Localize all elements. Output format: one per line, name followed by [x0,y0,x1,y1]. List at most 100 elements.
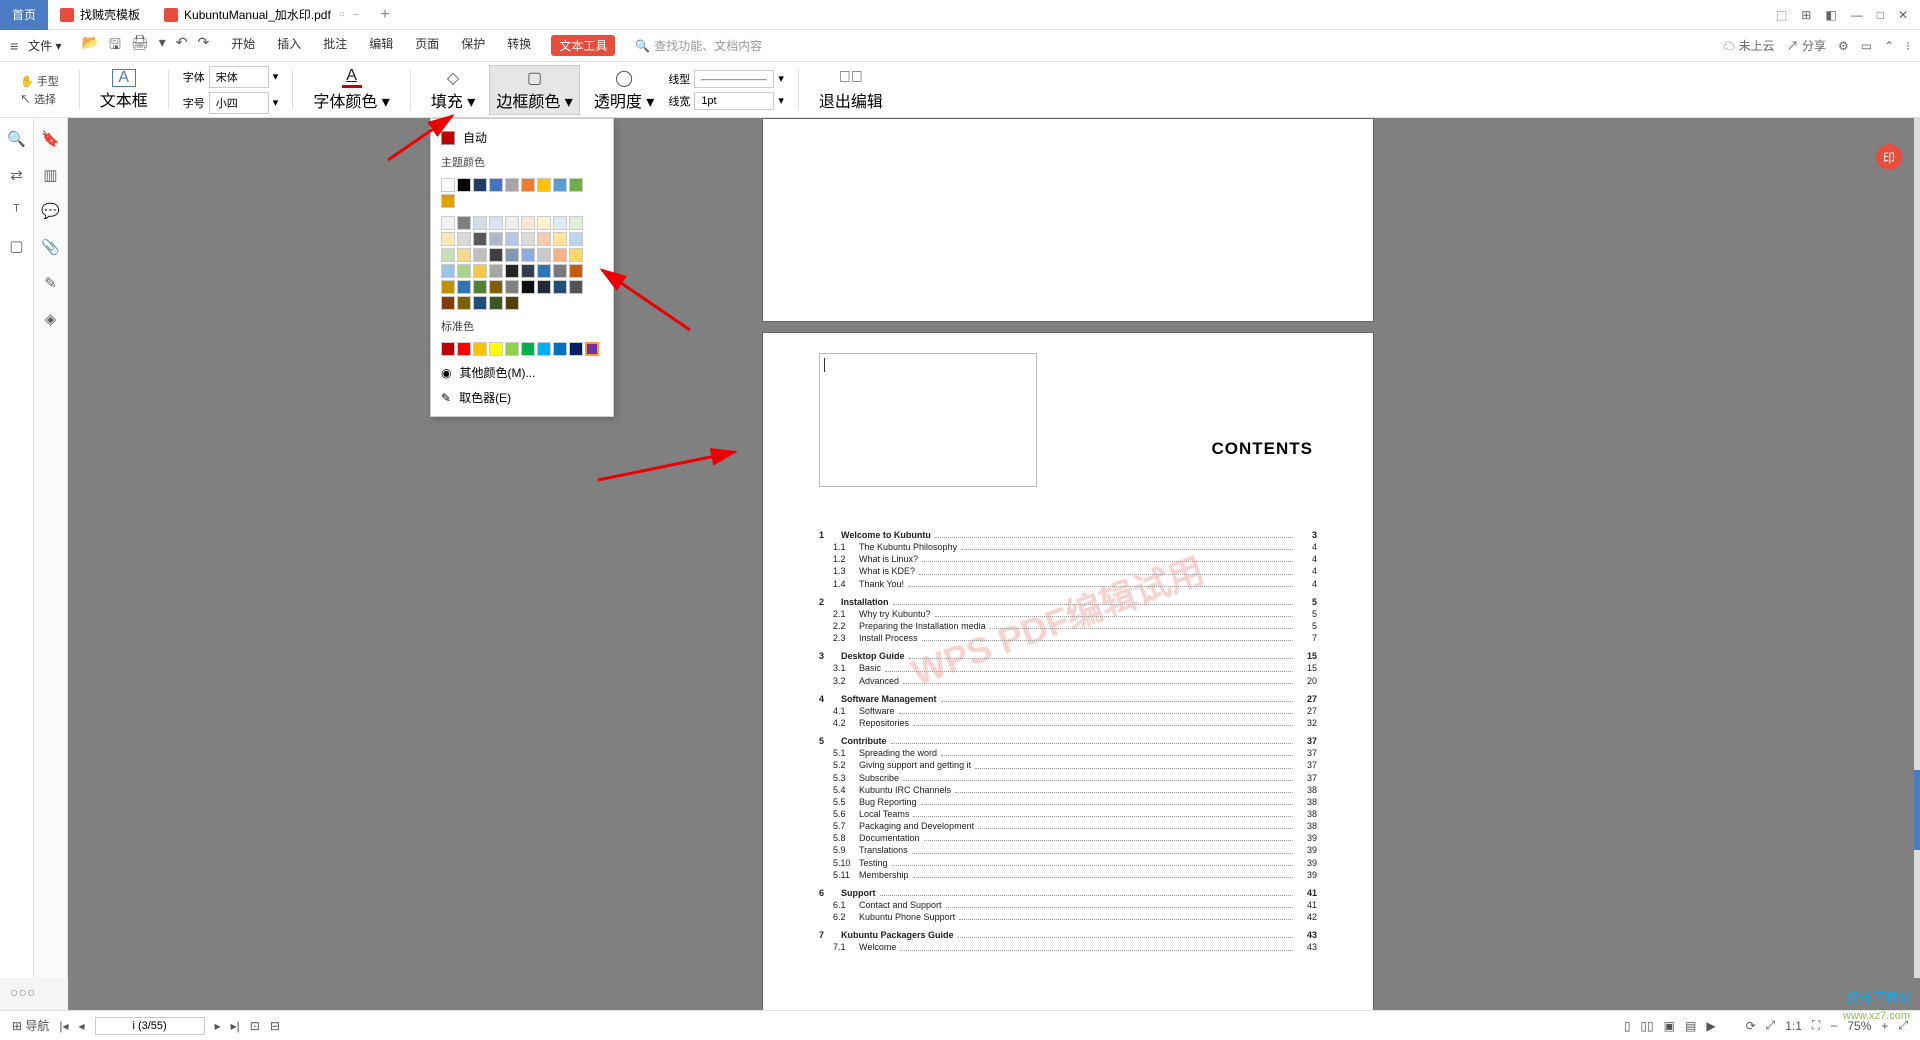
color-swatch[interactable] [553,178,567,192]
color-swatch[interactable] [505,264,519,278]
color-swatch[interactable] [505,216,519,230]
tab-template[interactable]: 找贼壳模板 [48,0,152,30]
color-swatch[interactable] [569,232,583,246]
color-swatch[interactable] [457,232,471,246]
color-swatch[interactable] [441,248,455,262]
color-swatch[interactable] [537,232,551,246]
view-single-icon[interactable]: ▯ [1624,1019,1631,1033]
color-swatch[interactable] [473,342,487,356]
color-swatch[interactable] [521,280,535,294]
cloud-status[interactable]: ☁ 未上云 [1723,37,1774,54]
close-button[interactable]: ✕ [1898,8,1908,22]
convert-tool-icon[interactable]: ⇄ [10,166,23,184]
thumbnail-icon[interactable]: ▥ [43,166,57,184]
grid-icon[interactable]: ⊞ [1801,8,1811,22]
minimize-button[interactable]: — [1851,8,1863,22]
color-swatch[interactable] [505,296,519,310]
color-swatch[interactable] [473,264,487,278]
tab-home[interactable]: 首页 [0,0,48,30]
color-swatch[interactable] [505,178,519,192]
color-swatch[interactable] [473,178,487,192]
color-swatch[interactable] [537,264,551,278]
tab-document[interactable]: KubuntuManual_加水印.pdf○– [152,0,370,30]
color-swatch[interactable] [457,342,471,356]
settings-icon[interactable]: ⚙ [1838,39,1849,53]
last-page-button[interactable]: ▸| [231,1019,240,1033]
textbox-tool[interactable]: A 文本框 [94,67,154,113]
color-swatch[interactable] [553,232,567,246]
crop-icon[interactable]: ⟳ [1746,1019,1756,1033]
color-swatch[interactable] [489,280,503,294]
color-swatch[interactable] [537,178,551,192]
tab-page[interactable]: 页面 [413,35,441,56]
floating-badge[interactable]: 印 [1876,144,1902,170]
view-book-icon[interactable]: ▤ [1685,1019,1696,1033]
tab-text-tools[interactable]: 文本工具 [551,35,615,56]
line-width-select[interactable]: 1pt [694,92,774,110]
color-swatch[interactable] [569,264,583,278]
color-swatch[interactable] [553,342,567,356]
search-area[interactable]: 🔍 查找功能、文档内容 [635,37,762,54]
print-dropdown-icon[interactable]: ▾ [159,34,166,58]
color-swatch[interactable] [489,216,503,230]
color-swatch[interactable] [489,178,503,192]
color-swatch[interactable] [441,216,455,230]
color-swatch[interactable] [441,296,455,310]
color-swatch[interactable] [521,232,535,246]
scrollbar-thumb[interactable] [1914,770,1920,850]
first-page-button[interactable]: |◂ [59,1019,68,1033]
color-swatch[interactable] [569,280,583,294]
color-swatch[interactable] [521,264,535,278]
file-menu[interactable]: 文件 ▾ [24,37,65,54]
search-tool-icon[interactable]: 🔍 [7,130,26,148]
fit-width-icon[interactable]: ⊡ [250,1019,260,1033]
color-swatch[interactable] [441,264,455,278]
color-swatch[interactable] [473,296,487,310]
color-swatch[interactable] [521,248,535,262]
more-icon[interactable]: ⁝ [1906,39,1910,53]
color-swatch[interactable] [457,280,471,294]
read-tool-icon[interactable]: ▢ [9,237,23,255]
color-swatch[interactable] [505,342,519,356]
open-icon[interactable]: 📂 [82,34,99,58]
prev-page-button[interactable]: ◂ [79,1019,85,1033]
color-swatch[interactable] [441,280,455,294]
color-swatch[interactable] [521,178,535,192]
zoom-out-button[interactable]: − [1830,1019,1837,1033]
color-swatch[interactable] [569,248,583,262]
maximize-button[interactable]: □ [1877,8,1884,22]
line-type-select[interactable] [694,70,774,88]
color-swatch[interactable] [537,342,551,356]
border-color-button[interactable]: ▢ 边框颜色 ▾ [489,65,580,115]
color-swatch[interactable] [505,248,519,262]
new-tab-button[interactable]: + [370,6,399,24]
color-swatch[interactable] [489,264,503,278]
color-swatch[interactable] [457,216,471,230]
color-swatch[interactable] [569,178,583,192]
select-tool[interactable]: ↖ 选择 [20,91,56,107]
print-icon[interactable]: 🖨 [131,34,149,58]
color-swatch[interactable] [441,232,455,246]
signature-icon[interactable]: ✎ [44,274,57,292]
color-picker[interactable]: ✎取色器(E) [431,385,613,410]
color-swatch[interactable] [553,216,567,230]
color-swatch[interactable] [473,280,487,294]
color-swatch[interactable] [537,248,551,262]
color-swatch[interactable] [473,216,487,230]
color-swatch[interactable] [569,342,583,356]
opacity-button[interactable]: ◯ 透明度 ▾ [588,66,661,114]
color-swatch[interactable] [457,296,471,310]
color-swatch[interactable] [457,248,471,262]
fullscreen-icon[interactable]: ⛶ [1812,1018,1820,1033]
color-swatch[interactable] [489,248,503,262]
color-swatch[interactable] [441,342,455,356]
feedback-icon[interactable]: ▭ [1861,39,1872,53]
font-select[interactable]: 宋体 [209,66,269,88]
comment-icon[interactable]: 💬 [41,202,60,220]
view-continuous-icon[interactable]: ▯▯ [1640,1019,1653,1033]
color-swatch[interactable] [441,178,455,192]
color-swatch[interactable] [473,248,487,262]
close-icon[interactable]: – [353,9,359,20]
translate-tool-icon[interactable]: ᵀ [13,202,20,219]
size-select[interactable]: 小四 [209,92,269,114]
